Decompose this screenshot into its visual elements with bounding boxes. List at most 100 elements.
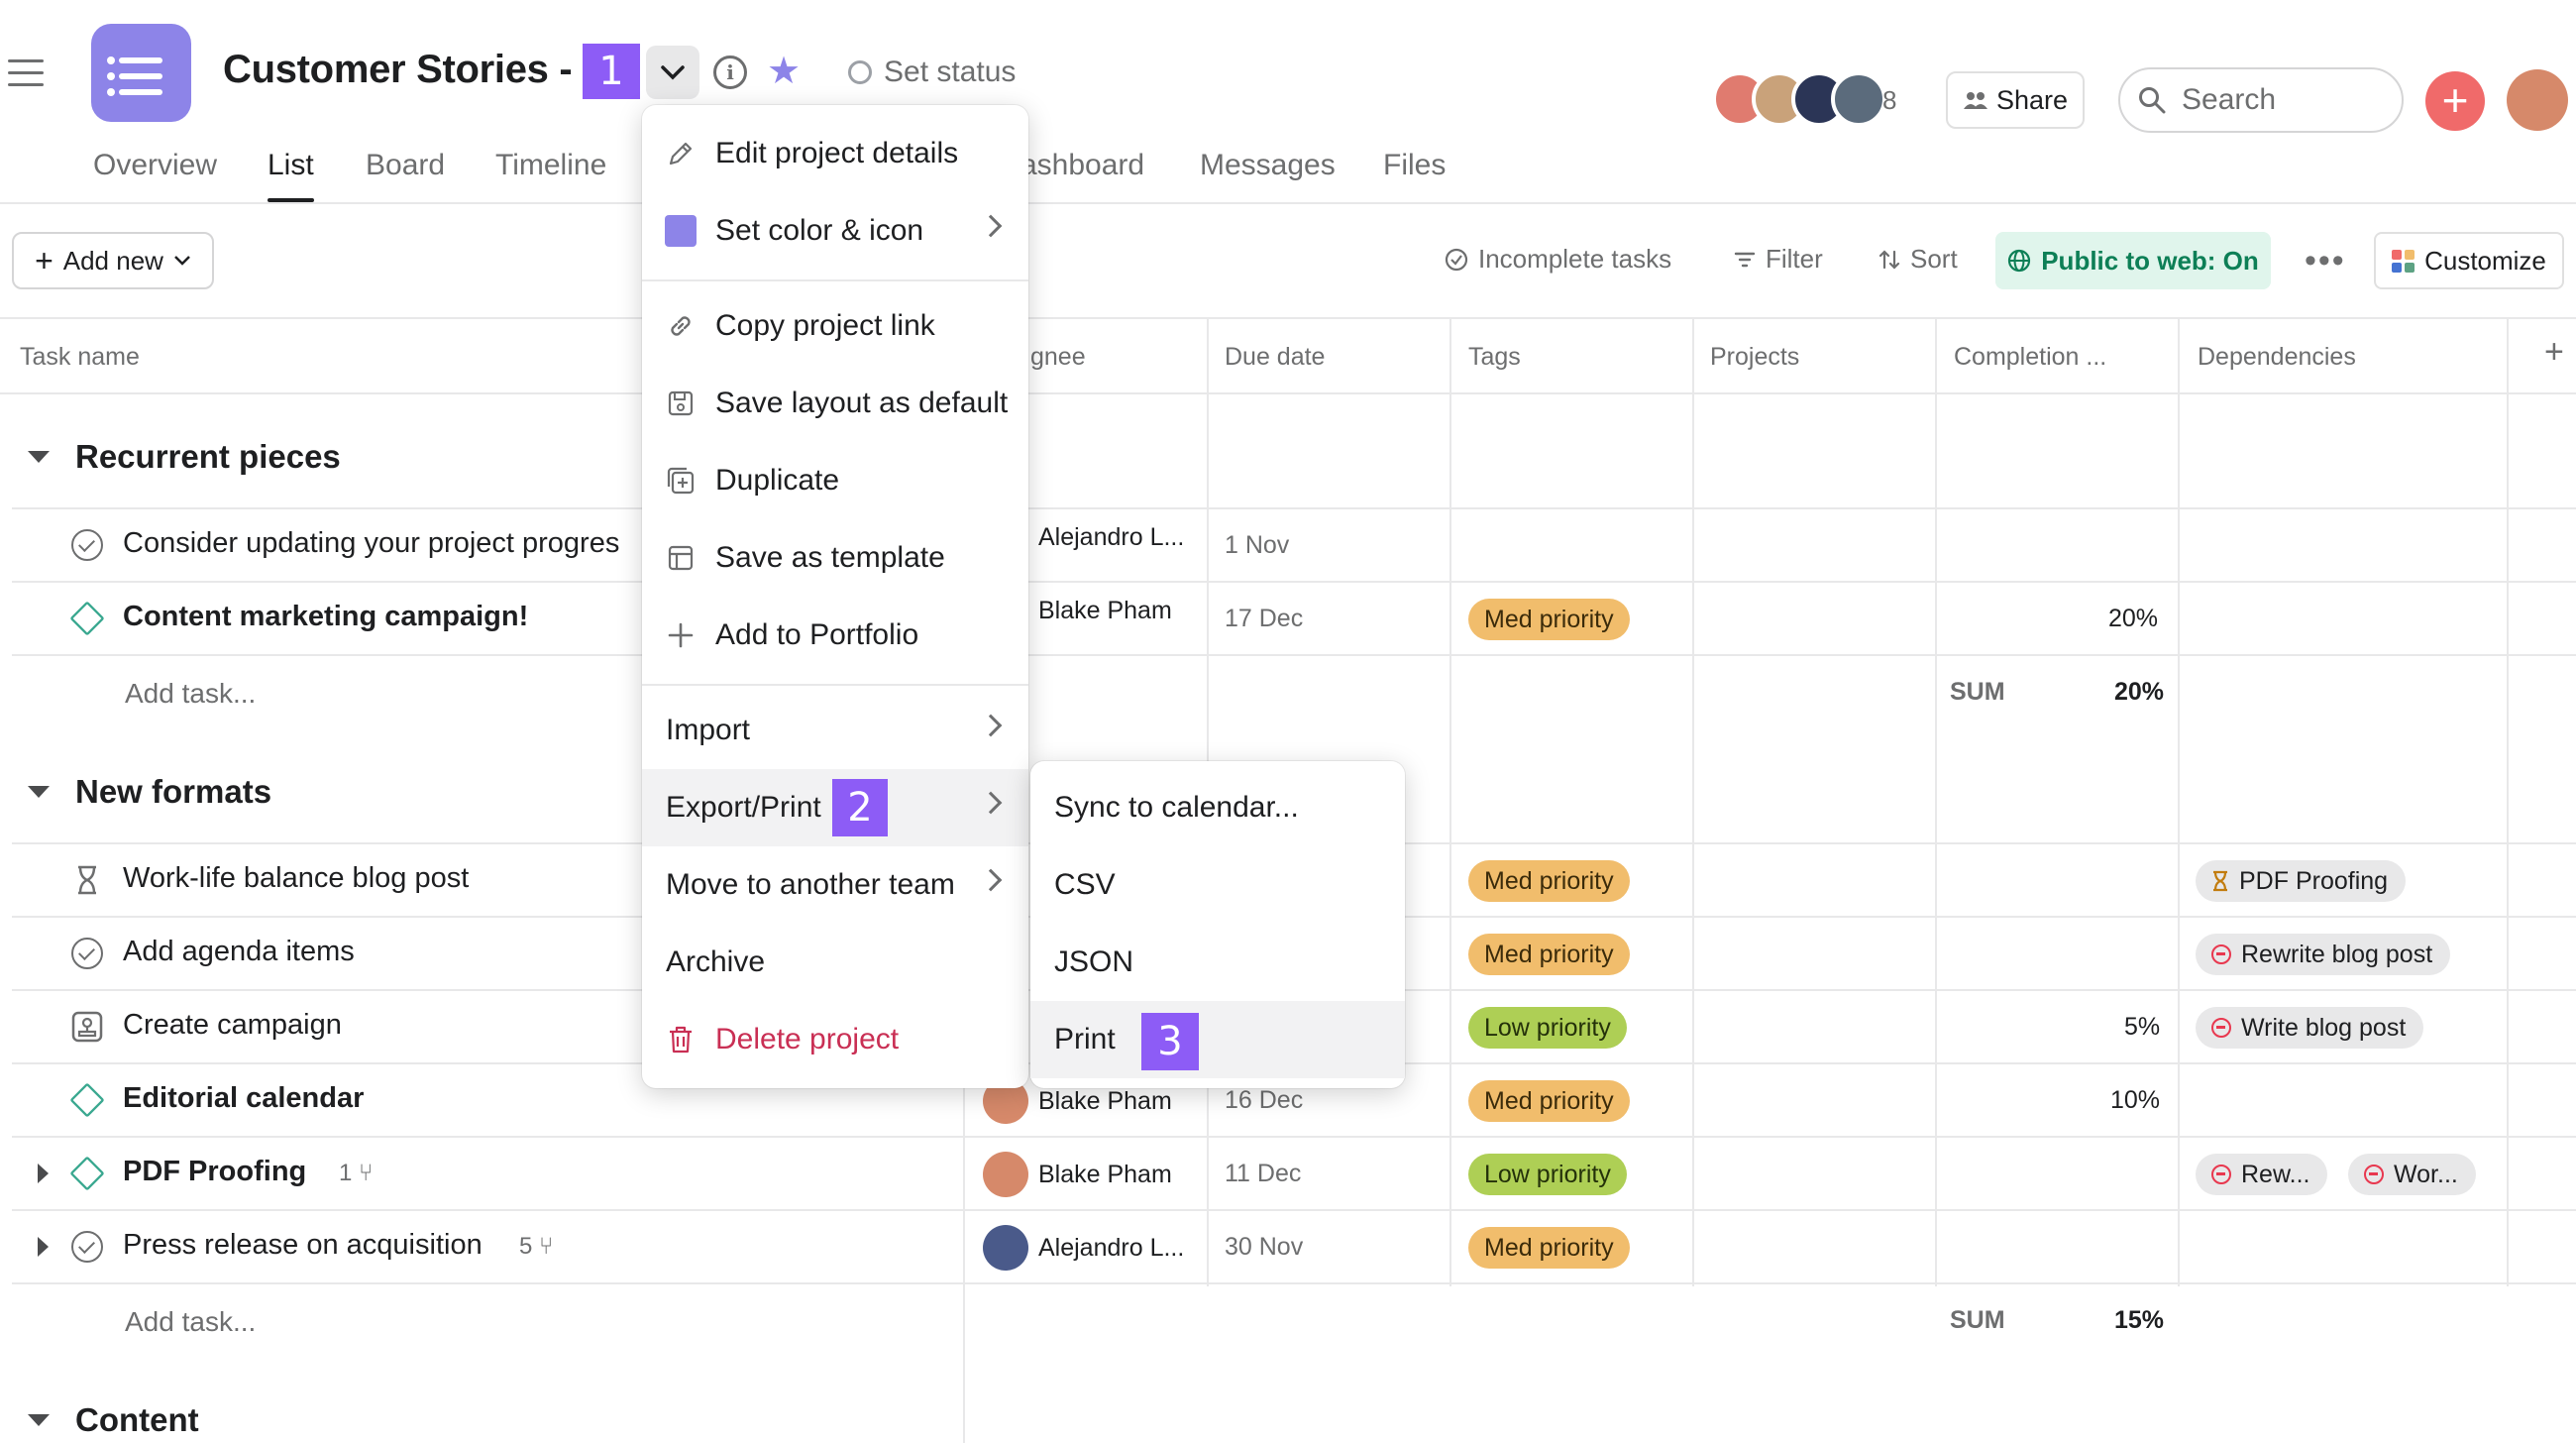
public-to-web-button[interactable]: Public to web: On bbox=[1995, 232, 2271, 289]
completion-value[interactable]: 10% bbox=[2110, 1086, 2160, 1115]
tab-files[interactable]: Files bbox=[1383, 149, 1446, 182]
menu-item-duplicate[interactable]: Duplicate bbox=[642, 442, 1028, 519]
share-button[interactable]: Share bbox=[1946, 71, 2085, 129]
column-header-projects[interactable]: Projects bbox=[1710, 343, 1799, 372]
completion-value[interactable]: 5% bbox=[2124, 1013, 2160, 1042]
add-task-link[interactable]: Add task... bbox=[125, 1306, 256, 1338]
table-row[interactable]: Press release on acquisition 5 ⑂ Alejand… bbox=[0, 1211, 2576, 1284]
star-icon[interactable]: ★ bbox=[767, 52, 801, 91]
due-date[interactable]: 11 Dec bbox=[1225, 1160, 1301, 1188]
assignee[interactable]: Blake Pham bbox=[1038, 597, 1172, 625]
column-header-assignee[interactable]: gnee bbox=[1030, 343, 1086, 372]
task-name[interactable]: Editorial calendar bbox=[123, 1082, 364, 1115]
task-name[interactable]: Work-life balance blog post bbox=[123, 862, 469, 895]
tab-dashboard[interactable]: ashboard bbox=[1020, 149, 1144, 182]
column-header-completion[interactable]: Completion ... bbox=[1954, 343, 2106, 372]
project-icon[interactable] bbox=[91, 24, 191, 122]
priority-tag[interactable]: Med priority bbox=[1468, 1080, 1630, 1122]
expand-caret-icon[interactable] bbox=[38, 1237, 49, 1257]
milestone-icon[interactable] bbox=[69, 1082, 105, 1118]
project-title[interactable]: Customer Stories - C bbox=[223, 48, 576, 92]
menu-item-edit-project-details[interactable]: Edit project details bbox=[642, 115, 1028, 192]
collapse-caret-icon[interactable] bbox=[28, 451, 50, 463]
approval-stamp-icon[interactable] bbox=[71, 1011, 103, 1043]
table-row[interactable]: PDF Proofing 1 ⑂ Blake Pham 11 Dec Low p… bbox=[0, 1138, 2576, 1211]
customize-button[interactable]: Customize bbox=[2374, 232, 2564, 289]
incomplete-tasks-button[interactable]: Incomplete tasks bbox=[1445, 244, 1671, 275]
task-complete-checkbox-icon[interactable] bbox=[71, 938, 103, 969]
menu-item-import[interactable]: Import bbox=[642, 692, 1028, 769]
milestone-icon[interactable] bbox=[69, 1156, 105, 1191]
info-icon[interactable]: i bbox=[713, 56, 747, 89]
menu-item-save-as-template[interactable]: Save as template bbox=[642, 519, 1028, 597]
menu-item-sync-to-calendar[interactable]: Sync to calendar... bbox=[1030, 769, 1405, 846]
menu-item-csv[interactable]: CSV bbox=[1030, 846, 1405, 924]
menu-item-print[interactable]: Print bbox=[1030, 1001, 1405, 1078]
tab-timeline[interactable]: Timeline bbox=[495, 149, 606, 182]
completion-value[interactable]: 20% bbox=[2108, 605, 2158, 633]
add-new-button[interactable]: + Add new bbox=[12, 232, 214, 289]
dependency-chip[interactable]: Rew... bbox=[2196, 1154, 2328, 1195]
set-status-button[interactable]: Set status bbox=[848, 56, 1016, 89]
tab-messages[interactable]: Messages bbox=[1200, 149, 1336, 182]
dependency-chip[interactable]: PDF Proofing bbox=[2196, 860, 2407, 902]
assignee[interactable]: Blake Pham bbox=[983, 1152, 1172, 1197]
task-complete-checkbox-icon[interactable] bbox=[71, 529, 103, 561]
due-date[interactable]: 1 Nov bbox=[1225, 531, 1289, 560]
dependency-chip[interactable]: Rewrite blog post bbox=[2196, 934, 2451, 975]
table-row[interactable]: Consider updating your project progres A… bbox=[0, 509, 2576, 583]
more-options-icon[interactable]: ••• bbox=[2305, 242, 2346, 280]
column-header-due-date[interactable]: Due date bbox=[1225, 343, 1325, 372]
menu-item-copy-project-link[interactable]: Copy project link bbox=[642, 287, 1028, 365]
dependency-chip[interactable]: Write blog post bbox=[2196, 1007, 2424, 1049]
user-avatar[interactable] bbox=[2507, 69, 2568, 131]
hourglass-icon[interactable] bbox=[71, 864, 103, 896]
sort-button[interactable]: Sort bbox=[1878, 244, 1958, 275]
menu-item-archive[interactable]: Archive bbox=[642, 924, 1028, 1001]
column-header-tags[interactable]: Tags bbox=[1468, 343, 1521, 372]
task-name[interactable]: Content marketing campaign! bbox=[123, 601, 528, 633]
menu-item-set-color-icon[interactable]: Set color & icon bbox=[642, 192, 1028, 270]
task-complete-checkbox-icon[interactable] bbox=[71, 1231, 103, 1263]
members-avatars[interactable] bbox=[1712, 71, 1886, 127]
collapse-caret-icon[interactable] bbox=[28, 786, 50, 798]
collapse-caret-icon[interactable] bbox=[28, 1414, 50, 1426]
column-header-dependencies[interactable]: Dependencies bbox=[2198, 343, 2356, 372]
priority-tag[interactable]: Med priority bbox=[1468, 1227, 1630, 1269]
section-header[interactable]: Recurrent pieces bbox=[28, 438, 341, 476]
table-row[interactable]: Content marketing campaign! Blake Pham 1… bbox=[0, 583, 2576, 656]
task-name[interactable]: Add agenda items bbox=[123, 936, 355, 968]
assignee[interactable]: Alejandro L... bbox=[983, 1225, 1184, 1271]
subtask-count[interactable]: 5 ⑂ bbox=[519, 1233, 553, 1261]
priority-tag[interactable]: Med priority bbox=[1468, 599, 1630, 640]
add-task-link[interactable]: Add task... bbox=[125, 678, 256, 710]
menu-item-delete-project[interactable]: Delete project bbox=[642, 1001, 1028, 1078]
priority-tag[interactable]: Low priority bbox=[1468, 1154, 1627, 1195]
tab-board[interactable]: Board bbox=[366, 149, 445, 182]
filter-button[interactable]: Filter bbox=[1734, 244, 1823, 275]
task-name[interactable]: Create campaign bbox=[123, 1009, 342, 1042]
expand-caret-icon[interactable] bbox=[38, 1164, 49, 1183]
tab-overview[interactable]: Overview bbox=[93, 149, 217, 182]
menu-item-add-to-portfolio[interactable]: Add to Portfolio bbox=[642, 597, 1028, 674]
project-actions-button[interactable] bbox=[646, 46, 699, 99]
due-date[interactable]: 17 Dec bbox=[1225, 605, 1303, 633]
search-input[interactable]: Search bbox=[2118, 67, 2404, 133]
section-header[interactable]: New formats bbox=[28, 773, 271, 811]
column-header-task-name[interactable]: Task name bbox=[20, 343, 140, 372]
menu-item-move-to-team[interactable]: Move to another team bbox=[642, 846, 1028, 924]
menu-item-json[interactable]: JSON bbox=[1030, 924, 1405, 1001]
due-date[interactable]: 16 Dec bbox=[1225, 1086, 1303, 1115]
task-name[interactable]: Press release on acquisition bbox=[123, 1229, 483, 1262]
task-name[interactable]: Consider updating your project progres bbox=[123, 527, 619, 560]
priority-tag[interactable]: Low priority bbox=[1468, 1007, 1627, 1049]
milestone-icon[interactable] bbox=[69, 601, 105, 636]
assignee[interactable]: Alejandro L... bbox=[1038, 523, 1184, 552]
member-count[interactable]: 8 bbox=[1882, 85, 1896, 116]
add-column-icon[interactable]: + bbox=[2544, 333, 2564, 372]
due-date[interactable]: 30 Nov bbox=[1225, 1233, 1303, 1262]
tab-list[interactable]: List bbox=[268, 149, 314, 202]
priority-tag[interactable]: Med priority bbox=[1468, 934, 1630, 975]
dependency-chip[interactable]: Wor... bbox=[2348, 1154, 2476, 1195]
menu-item-save-layout-default[interactable]: Save layout as default bbox=[642, 365, 1028, 442]
